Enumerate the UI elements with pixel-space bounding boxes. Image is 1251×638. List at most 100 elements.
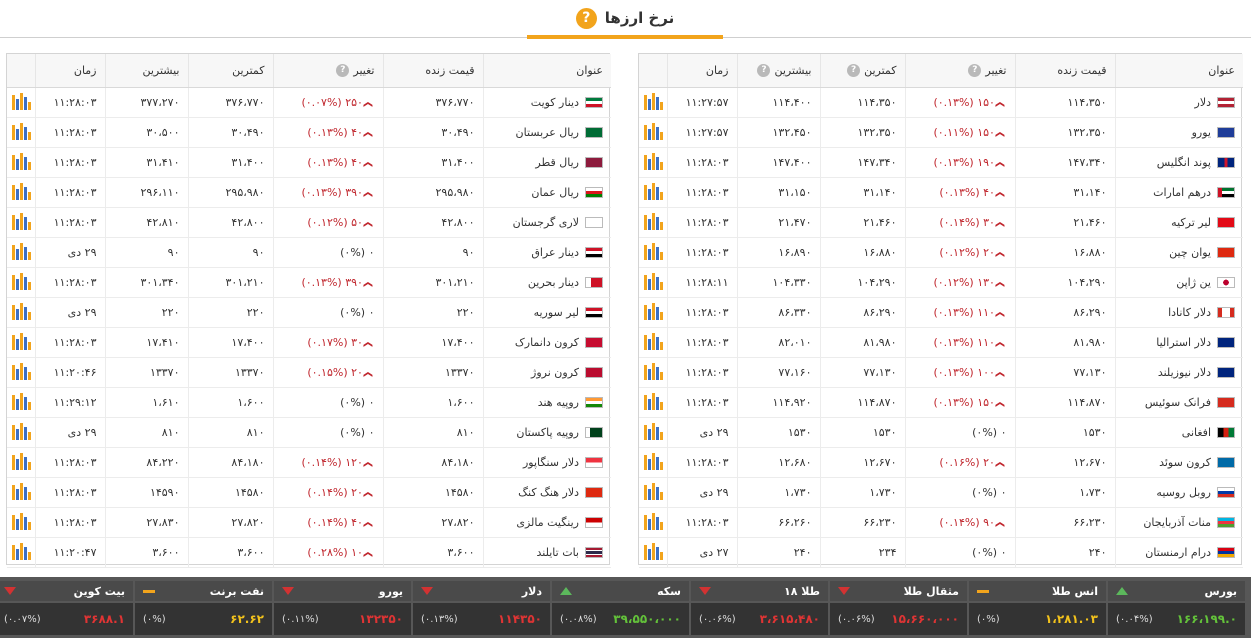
cell-title[interactable]: یورو: [1114, 117, 1243, 148]
chart-icon[interactable]: [11, 422, 31, 440]
currency-name[interactable]: لاری گرجستان: [513, 216, 579, 229]
chart-icon[interactable]: [643, 92, 663, 110]
cell-title[interactable]: کرون نروژ: [482, 357, 611, 388]
cell-title[interactable]: دلار هنگ کنگ: [482, 477, 611, 508]
table-row[interactable]: دلار نیوزیلند ۷۷،۱۳۰ ❯۱۰۰ (۰.۱۳%) ۷۷،۱۳۰ ۷۷،…: [639, 357, 1243, 388]
chart-icon[interactable]: [643, 302, 663, 320]
table-row[interactable]: کرون سوئد ۱۲،۶۷۰ ❯۲۰ (۰.۱۶%) ۱۲،۶۷۰ ۱۲،۶۸۰ ۱۱…: [639, 447, 1243, 478]
table-row[interactable]: لیر ترکیه ۲۱،۴۶۰ ❯۳۰ (۰.۱۴%) ۲۱،۴۶۰ ۲۱،۴۷۰ ۱۱…: [639, 207, 1243, 238]
chart-icon[interactable]: [643, 512, 663, 530]
table-row[interactable]: دلار سنگاپور ۸۴،۱۸۰ ❯۱۲۰ (۰.۱۴%) ۸۴،۱۸۰ ۸۴،۲…: [7, 447, 611, 478]
cell-chart[interactable]: [7, 117, 35, 148]
cell-title[interactable]: درهم امارات: [1114, 177, 1243, 208]
cell-chart[interactable]: [7, 327, 35, 358]
chart-icon[interactable]: [643, 422, 663, 440]
table-row[interactable]: افغانی ۱۵۳۰ ۰ (۰%) ۱۵۳۰ ۱۵۳۰ ۲۹ دی: [639, 417, 1243, 448]
chart-icon[interactable]: [643, 362, 663, 380]
table-row[interactable]: دینار بحرین ۳۰۱،۲۱۰ ❯۳۹۰ (۰.۱۳%) ۳۰۱،۲۱۰ ۳۰۱…: [7, 267, 611, 298]
table-row[interactable]: ریال قطر ۳۱،۴۰۰ ❯۴۰ (۰.۱۳%) ۳۱،۴۰۰ ۳۱،۴۱۰ ۱۱:…: [7, 147, 611, 178]
currency-name[interactable]: ریال عربستان: [516, 126, 579, 139]
cell-title[interactable]: دینار بحرین: [482, 267, 611, 298]
cell-chart[interactable]: [7, 87, 35, 118]
currency-name[interactable]: کرون نروژ: [531, 366, 579, 379]
ticker-item[interactable]: سکه ۳۹،۵۵۰،۰۰۰ (۰.۰۸%): [552, 581, 689, 636]
ticker-item[interactable]: نفت برنت ۶۲.۶۲ (۰%): [135, 581, 272, 636]
cell-chart[interactable]: [7, 207, 35, 238]
chart-icon[interactable]: [11, 332, 31, 350]
chart-icon[interactable]: [643, 392, 663, 410]
currency-name[interactable]: کرون دانمارک: [515, 336, 579, 349]
currency-name[interactable]: روپیه هند: [538, 396, 579, 409]
table-row[interactable]: یوان چین ۱۶،۸۸۰ ❯۲۰ (۰.۱۲%) ۱۶،۸۸۰ ۱۶،۸۹۰ ۱۱:…: [639, 237, 1243, 268]
cell-chart[interactable]: [7, 237, 35, 268]
chart-icon[interactable]: [11, 272, 31, 290]
cell-chart[interactable]: [639, 477, 667, 508]
cell-title[interactable]: روپیه هند: [482, 387, 611, 418]
currency-name[interactable]: منات آذربایجان: [1143, 516, 1211, 529]
cell-title[interactable]: کرون سوئد: [1114, 447, 1243, 478]
cell-chart[interactable]: [7, 537, 35, 568]
chart-icon[interactable]: [11, 212, 31, 230]
chart-icon[interactable]: [11, 182, 31, 200]
chart-icon[interactable]: [643, 332, 663, 350]
currency-name[interactable]: افغانی: [1182, 426, 1211, 439]
ticker-item[interactable]: بیت کوین ۳۶۸۸.۱ (۰.۰۷%): [0, 581, 133, 636]
currency-name[interactable]: کرون سوئد: [1159, 456, 1211, 469]
cell-title[interactable]: دینار کویت: [482, 87, 611, 118]
cell-title[interactable]: افغانی: [1114, 417, 1243, 448]
cell-chart[interactable]: [639, 297, 667, 328]
help-icon[interactable]: ?: [847, 64, 861, 77]
currency-name[interactable]: فرانک سوئیس: [1145, 396, 1211, 409]
cell-chart[interactable]: [639, 207, 667, 238]
currency-name[interactable]: دینار بحرین: [528, 276, 579, 289]
cell-title[interactable]: دلار نیوزیلند: [1114, 357, 1243, 388]
currency-name[interactable]: لیر ترکیه: [1171, 216, 1211, 229]
help-icon[interactable]: ?: [575, 7, 597, 29]
cell-chart[interactable]: [7, 477, 35, 508]
table-row[interactable]: دلار کانادا ۸۶،۲۹۰ ❯۱۱۰ (۰.۱۳%) ۸۶،۲۹۰ ۸۶،۳۳…: [639, 297, 1243, 328]
currency-name[interactable]: دلار سنگاپور: [523, 456, 579, 469]
cell-chart[interactable]: [639, 237, 667, 268]
cell-title[interactable]: ین ژاپن: [1114, 267, 1243, 298]
chart-icon[interactable]: [11, 92, 31, 110]
table-row[interactable]: دلار هنگ کنگ ۱۴۵۸۰ ❯۲۰ (۰.۱۴%) ۱۴۵۸۰ ۱۴۵۹۰ ۱۱…: [7, 477, 611, 508]
table-row[interactable]: درهم امارات ۳۱،۱۴۰ ❯۴۰ (۰.۱۳%) ۳۱،۱۴۰ ۳۱،۱۵۰…: [639, 177, 1243, 208]
chart-icon[interactable]: [643, 452, 663, 470]
help-icon[interactable]: ?: [336, 64, 350, 77]
table-row[interactable]: رینگیت مالزی ۲۷،۸۲۰ ❯۴۰ (۰.۱۴%) ۲۷،۸۲۰ ۲۷،۸۳…: [7, 507, 611, 538]
currency-name[interactable]: یورو: [1192, 126, 1211, 139]
currency-name[interactable]: دینار کویت: [531, 96, 579, 109]
ticker-item[interactable]: انس طلا ۱،۲۸۱.۰۳ (۰%): [969, 581, 1106, 636]
chart-icon[interactable]: [643, 482, 663, 500]
currency-name[interactable]: ریال عمان: [531, 186, 579, 199]
cell-title[interactable]: ریال عربستان: [482, 117, 611, 148]
cell-title[interactable]: کرون دانمارک: [482, 327, 611, 358]
table-row[interactable]: روپیه پاکستان ۸۱۰ ۰ (۰%) ۸۱۰ ۸۱۰ ۲۹ دی: [7, 417, 611, 448]
table-row[interactable]: کرون نروژ ۱۳۳۷۰ ❯۲۰ (۰.۱۵%) ۱۳۳۷۰ ۱۳۳۷۰ ۱۱:۲۰…: [7, 357, 611, 388]
cell-title[interactable]: روپیه پاکستان: [482, 417, 611, 448]
cell-chart[interactable]: [639, 357, 667, 388]
chart-icon[interactable]: [11, 392, 31, 410]
table-row[interactable]: ریال عربستان ۳۰،۴۹۰ ❯۴۰ (۰.۱۳%) ۳۰،۴۹۰ ۳۰،۵۰…: [7, 117, 611, 148]
cell-chart[interactable]: [639, 147, 667, 178]
currency-name[interactable]: دلار استرالیا: [1156, 336, 1211, 349]
currency-name[interactable]: روپیه پاکستان: [516, 426, 579, 439]
cell-chart[interactable]: [639, 447, 667, 478]
currency-name[interactable]: یوان چین: [1169, 246, 1211, 259]
cell-chart[interactable]: [7, 297, 35, 328]
chart-icon[interactable]: [643, 152, 663, 170]
table-row[interactable]: دینار عراق ۹۰ ۰ (۰%) ۹۰ ۹۰ ۲۹ دی: [7, 237, 611, 268]
table-row[interactable]: فرانک سوئیس ۱۱۴،۸۷۰ ❯۱۵۰ (۰.۱۳%) ۱۱۴،۸۷۰ ۱۱۴…: [639, 387, 1243, 418]
table-row[interactable]: ین ژاپن ۱۰۴،۲۹۰ ❯۱۳۰ (۰.۱۲%) ۱۰۴،۲۹۰ ۱۰۴،۳۳۰…: [639, 267, 1243, 298]
chart-icon[interactable]: [643, 542, 663, 560]
currency-name[interactable]: دلار کانادا: [1168, 306, 1211, 319]
cell-title[interactable]: رینگیت مالزی: [482, 507, 611, 538]
cell-title[interactable]: لیر ترکیه: [1114, 207, 1243, 238]
cell-title[interactable]: لاری گرجستان: [482, 207, 611, 238]
table-row[interactable]: دینار کویت ۳۷۶،۷۷۰ ❯۲۵۰ (۰.۰۷%) ۳۷۶،۷۷۰ ۳۷۷،…: [7, 87, 611, 118]
currency-name[interactable]: دلار هنگ کنگ: [518, 486, 579, 499]
currency-name[interactable]: لیر سوریه: [534, 306, 579, 319]
cell-title[interactable]: لیر سوریه: [482, 297, 611, 328]
cell-title[interactable]: فرانک سوئیس: [1114, 387, 1243, 418]
cell-chart[interactable]: [7, 387, 35, 418]
